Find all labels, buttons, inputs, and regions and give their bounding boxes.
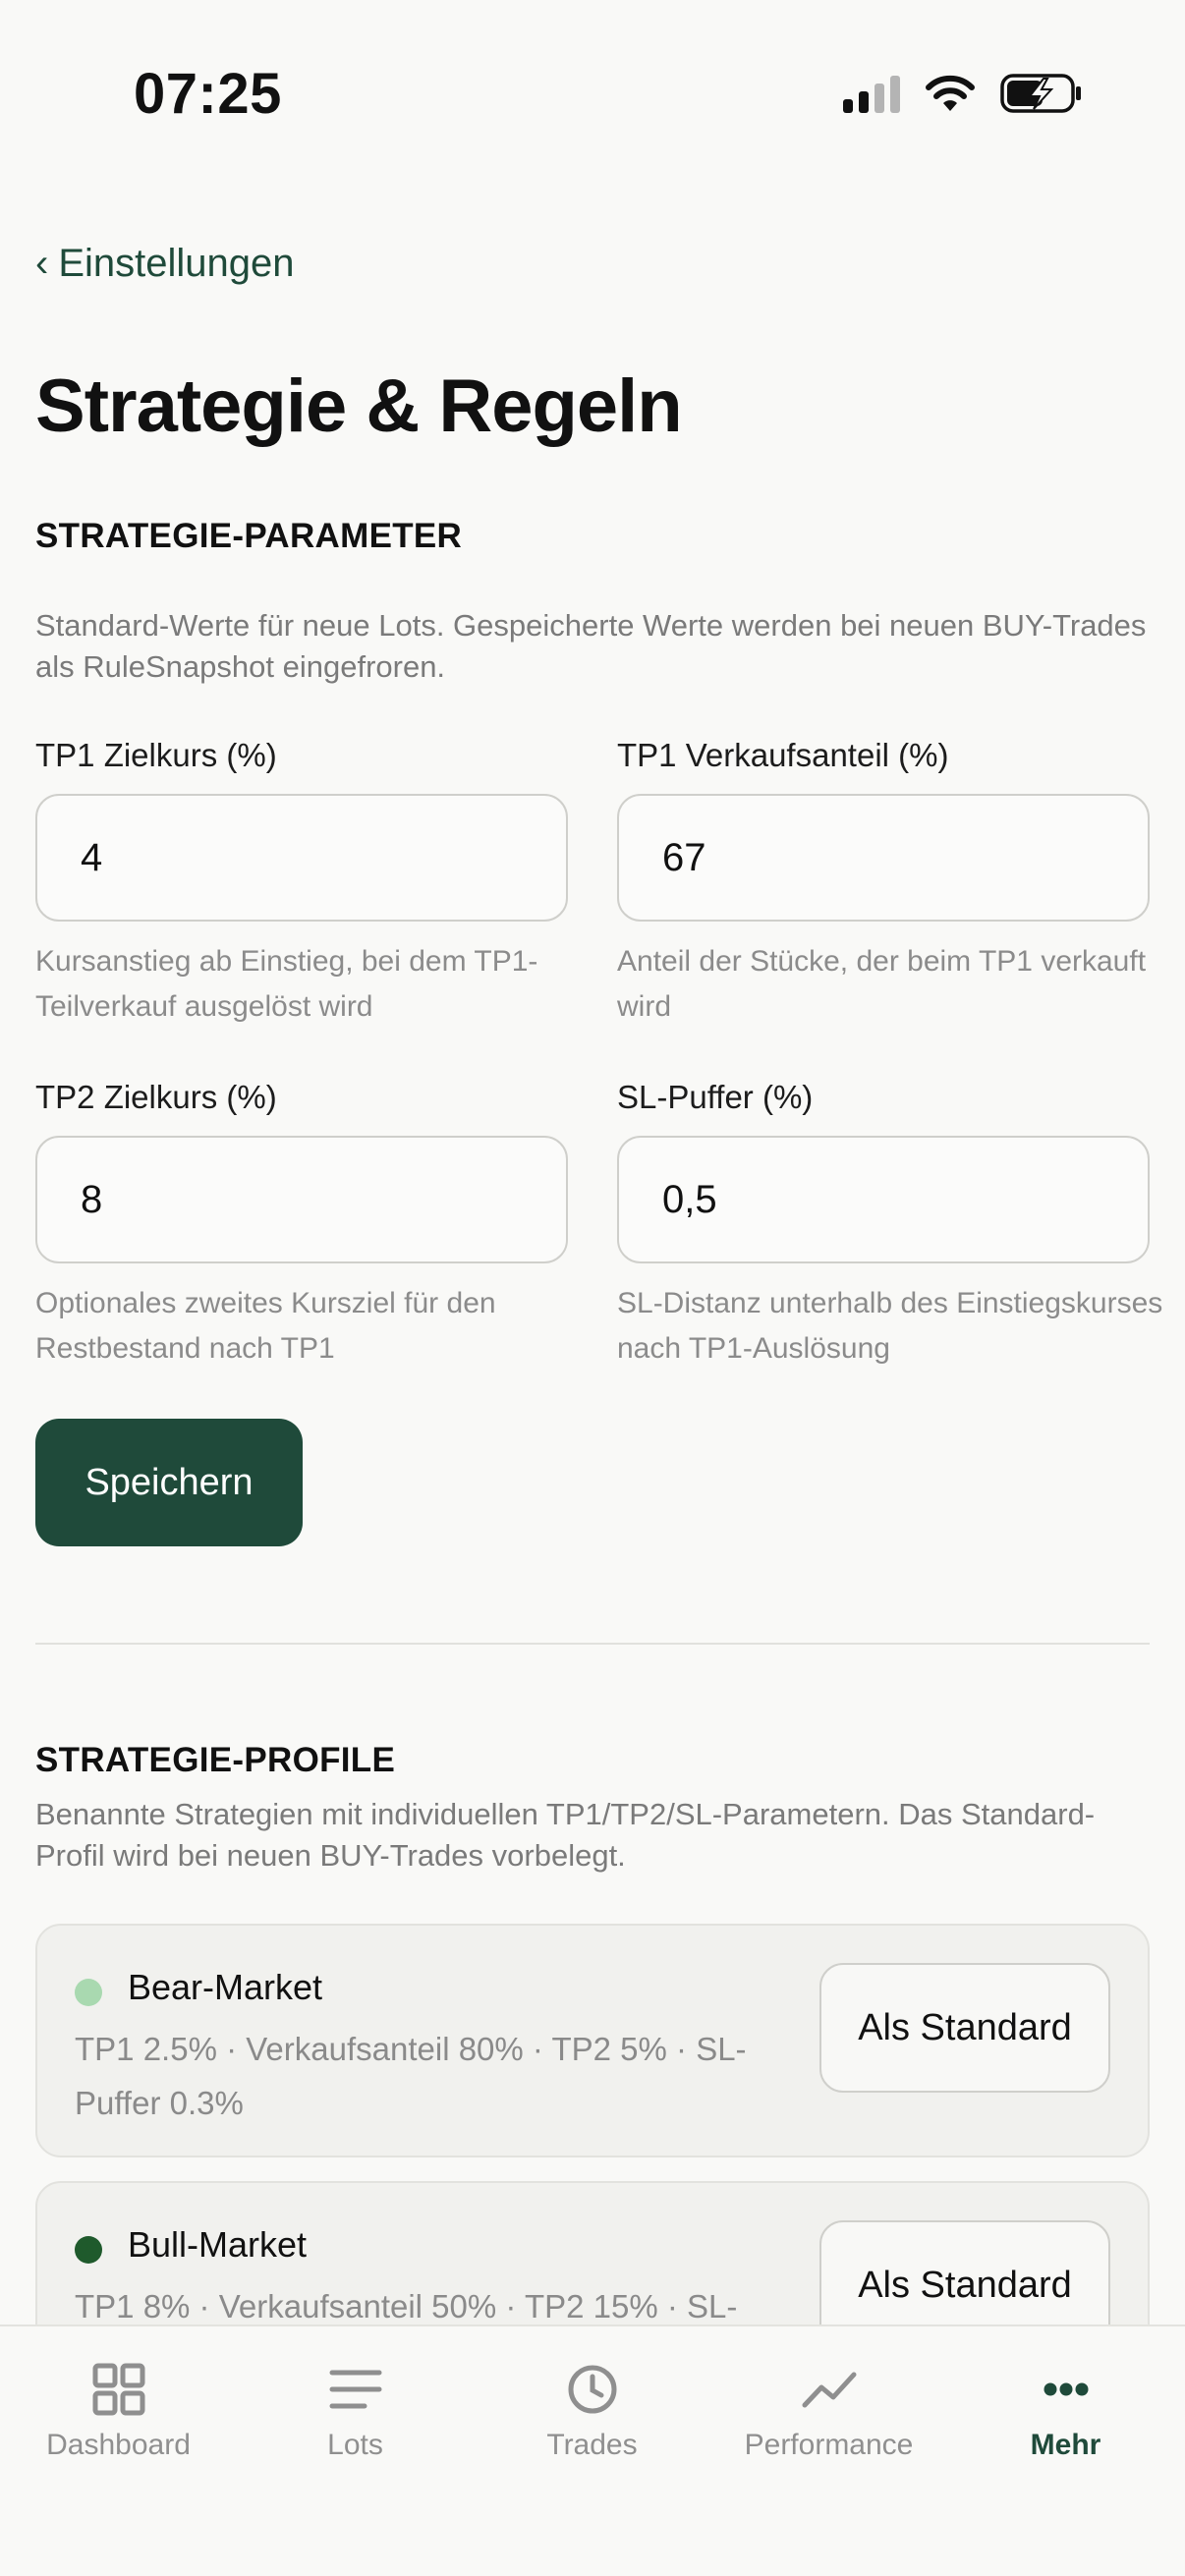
tab-performance[interactable]: Performance [710, 2326, 947, 2523]
status-icons [843, 73, 1083, 114]
more-icon [1044, 2360, 1089, 2419]
tab-label: Mehr [1030, 2429, 1101, 2461]
profile-parameters: TP1 2.5% · Verkaufsanteil 80% · TP2 5% ·… [75, 2031, 747, 2121]
battery-charging-icon [1000, 74, 1081, 113]
sl-buffer-hint: SL-Distanz unterhalb des Einstiegskurses… [617, 1287, 1163, 1365]
profile-name: Bull-Market [128, 2224, 308, 2265]
section-heading-parameters: STRATEGIE-PARAMETER [35, 517, 463, 555]
profile-color-dot [75, 1979, 102, 2006]
section-heading-profiles: STRATEGIE-PROFILE [35, 1741, 396, 1779]
tp1-sell-share-hint: Anteil der Stücke, der beim TP1 verkauft… [617, 945, 1147, 1023]
tab-dashboard[interactable]: Dashboard [0, 2326, 237, 2523]
sl-buffer-label: SL-Puffer (%) [617, 1079, 814, 1115]
trend-icon [802, 2360, 857, 2419]
chevron-left-icon: ‹ [35, 242, 49, 285]
section-description-profiles: Benannte Strategien mit individuellen TP… [35, 1797, 1096, 1873]
profile-color-dot [75, 2236, 102, 2264]
tp1-target-label: TP1 Zielkurs (%) [35, 737, 277, 773]
tab-trades[interactable]: Trades [474, 2326, 710, 2523]
status-bar: 07:25 [0, 0, 1185, 187]
tp1-sell-share-input[interactable] [617, 794, 1150, 922]
tab-lots[interactable]: Lots [237, 2326, 474, 2523]
set-default-button[interactable]: Als Standard [819, 1963, 1110, 2093]
tab-more[interactable]: Mehr [947, 2326, 1184, 2523]
tp2-target-hint: Optionales zweites Kursziel für den Rest… [35, 1287, 496, 1365]
wifi-icon [926, 75, 975, 111]
save-button[interactable]: Speichern [35, 1419, 303, 1546]
section-divider [35, 1643, 1150, 1645]
tab-label: Lots [327, 2429, 383, 2461]
tp2-target-input[interactable] [35, 1136, 568, 1263]
profile-name: Bear-Market [128, 1967, 323, 2007]
tp1-target-hint: Kursanstieg ab Einstieg, bei dem TP1-Tei… [35, 945, 538, 1023]
tab-label: Dashboard [46, 2429, 191, 2461]
back-button[interactable]: ‹ Einstellungen [35, 242, 295, 286]
section-description-parameters: Standard-Werte für neue Lots. Gespeicher… [35, 608, 1147, 684]
list-icon [329, 2360, 382, 2419]
sl-buffer-input[interactable] [617, 1136, 1150, 1263]
tp2-target-label: TP2 Zielkurs (%) [35, 1079, 277, 1115]
tab-label: Performance [744, 2429, 914, 2461]
back-label: Einstellungen [58, 242, 295, 285]
status-time: 07:25 [134, 62, 282, 126]
tab-bar: Dashboard Lots Trades Performance Mehr [0, 2324, 1185, 2576]
cellular-signal-icon [843, 74, 900, 113]
profile-card-bear-market[interactable]: Bear-Market TP1 2.5% · Verkaufsanteil 80… [35, 1924, 1150, 2157]
page-title: Strategie & Regeln [35, 364, 683, 448]
tp1-sell-share-label: TP1 Verkaufsanteil (%) [617, 737, 949, 773]
grid-icon [92, 2360, 145, 2419]
tp1-target-input[interactable] [35, 794, 568, 922]
clock-icon [567, 2360, 618, 2419]
tab-label: Trades [546, 2429, 638, 2461]
